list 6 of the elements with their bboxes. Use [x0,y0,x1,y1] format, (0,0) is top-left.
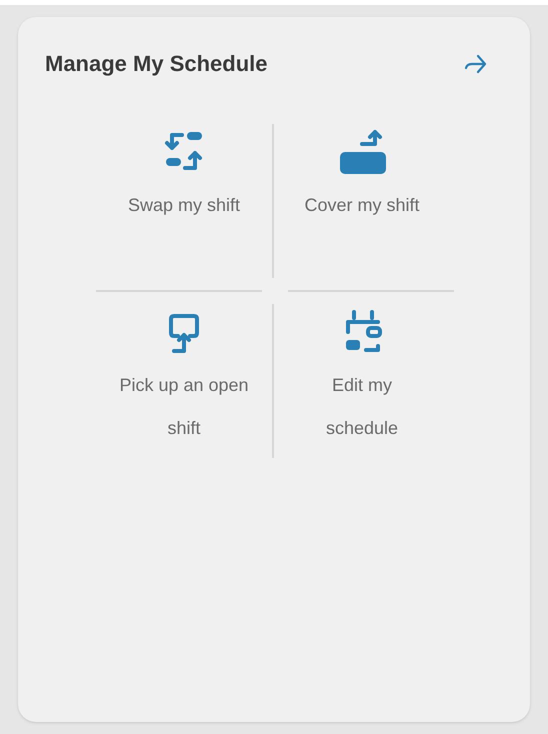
action-tile[interactable]: Pick up an open shift [96,304,272,458]
arrow-right-icon[interactable] [463,52,489,74]
card-title: Manage My Schedule [45,50,268,78]
action-tile[interactable]: Edit my schedule [274,304,450,458]
action-tile[interactable]: Cover my shift [274,124,450,278]
action-tile[interactable]: Swap my shift [96,124,272,278]
